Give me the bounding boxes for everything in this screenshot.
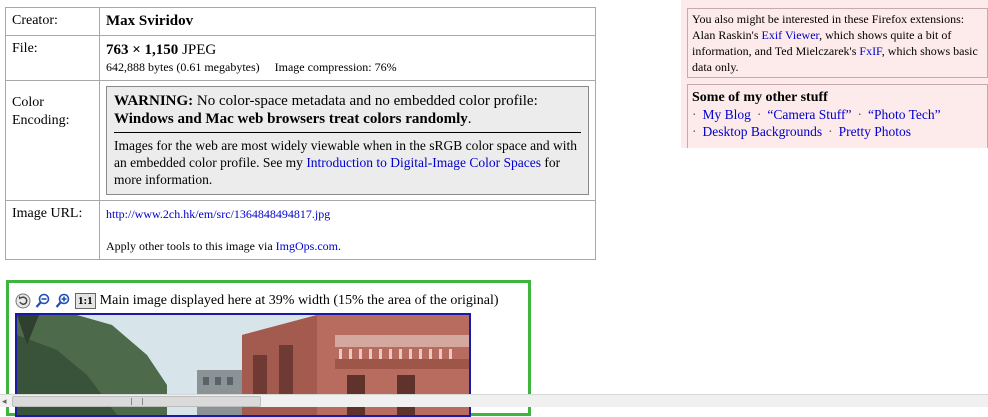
- creator-row: Creator: Max Sviridov: [5, 7, 596, 36]
- file-compression: Image compression: 76%: [274, 60, 397, 74]
- warning-bold: Windows and Mac web browsers treat color…: [114, 111, 468, 127]
- link-separator: ·: [828, 124, 833, 139]
- imgops-link[interactable]: ImgOps.com: [276, 239, 338, 253]
- image-url-cell: http://www.2ch.hk/em/src/1364848494817.j…: [99, 200, 596, 260]
- file-bytes: 642,888 bytes (0.61 megabytes): [106, 60, 260, 74]
- file-label: File:: [5, 35, 100, 81]
- actual-size-button[interactable]: 1:1: [75, 293, 96, 309]
- zoom-out-icon[interactable]: [35, 293, 51, 309]
- color-encoding-label-line1: Color: [12, 95, 44, 110]
- warning-prefix: WARNING:: [114, 93, 194, 109]
- scrollbar-grip-icon: [131, 398, 143, 405]
- other-stuff-title: Some of my other stuff: [692, 90, 828, 105]
- scrollbar-thumb[interactable]: [12, 396, 261, 407]
- exif-viewer-link[interactable]: Exif Viewer: [762, 28, 820, 42]
- camera-stuff-link[interactable]: “Camera Stuff”: [767, 107, 851, 122]
- fxif-link[interactable]: FxIF: [859, 44, 881, 58]
- creator-value: Max Sviridov: [99, 7, 596, 36]
- file-dimensions: 763 × 1,150: [106, 42, 179, 58]
- extensions-box: You also might be interested in these Fi…: [687, 8, 988, 78]
- warning-end: .: [467, 111, 472, 127]
- tools-via: via: [258, 239, 273, 253]
- color-encoding-label-line2: Encoding:: [12, 113, 70, 128]
- my-blog-link[interactable]: My Blog: [703, 107, 751, 122]
- link-separator: ·: [857, 107, 862, 122]
- pretty-photos-link[interactable]: Pretty Photos: [839, 124, 911, 139]
- image-caption: Main image displayed here at 39% width (…: [99, 293, 499, 308]
- rotate-icon[interactable]: [15, 293, 31, 309]
- warning-text: No color-space metadata and no embedded …: [196, 93, 538, 109]
- other-stuff-links: · My Blog · “Camera Stuff” · “Photo Tech” · De…: [692, 106, 983, 140]
- creator-label: Creator:: [5, 7, 100, 36]
- link-separator: ·: [692, 124, 697, 139]
- scroll-left-arrow-icon[interactable]: ◂: [2, 396, 10, 406]
- warning-body: Images for the web are most widely viewa…: [114, 137, 581, 188]
- link-separator: ·: [692, 107, 697, 122]
- file-format: JPEG: [182, 42, 217, 58]
- file-row: File: 763 × 1,150 JPEG 642,888 bytes (0.…: [5, 35, 596, 81]
- photo-tech-link[interactable]: “Photo Tech”: [868, 107, 941, 122]
- file-details: 763 × 1,150 JPEG 642,888 bytes (0.61 meg…: [99, 35, 596, 81]
- horizontal-scrollbar[interactable]: ◂: [0, 394, 988, 407]
- image-url-link[interactable]: http://www.2ch.hk/em/src/1364848494817.j…: [106, 207, 330, 221]
- other-stuff-box: Some of my other stuff · My Blog · “Camera …: [687, 84, 988, 148]
- color-encoding-cell: WARNING: No color-space metadata and no …: [99, 80, 596, 201]
- image-url-row: Image URL: http://www.2ch.hk/em/src/1364…: [5, 200, 596, 260]
- color-spaces-link[interactable]: Introduction to Digital-Image Color Spac…: [306, 155, 541, 170]
- color-encoding-label: Color Encoding:: [5, 80, 100, 201]
- tools-text: Apply other tools to this image: [106, 239, 255, 253]
- image-toolbar: 1:1 Main image displayed here at 39% wid…: [15, 291, 499, 311]
- color-encoding-row: Color Encoding: WARNING: No color-space …: [5, 80, 596, 201]
- color-warning-box: WARNING: No color-space metadata and no …: [106, 86, 589, 195]
- sidebar: You also might be interested in these Fi…: [681, 0, 988, 148]
- tools-end: .: [338, 239, 341, 253]
- warning-heading: WARNING: No color-space metadata and no …: [114, 92, 581, 133]
- image-url-label: Image URL:: [5, 200, 100, 260]
- link-separator: ·: [756, 107, 762, 122]
- zoom-in-icon[interactable]: [55, 293, 71, 309]
- image-info-table: Creator: Max Sviridov File: 763 × 1,150 …: [5, 7, 596, 260]
- desktop-backgrounds-link[interactable]: Desktop Backgrounds: [703, 124, 823, 139]
